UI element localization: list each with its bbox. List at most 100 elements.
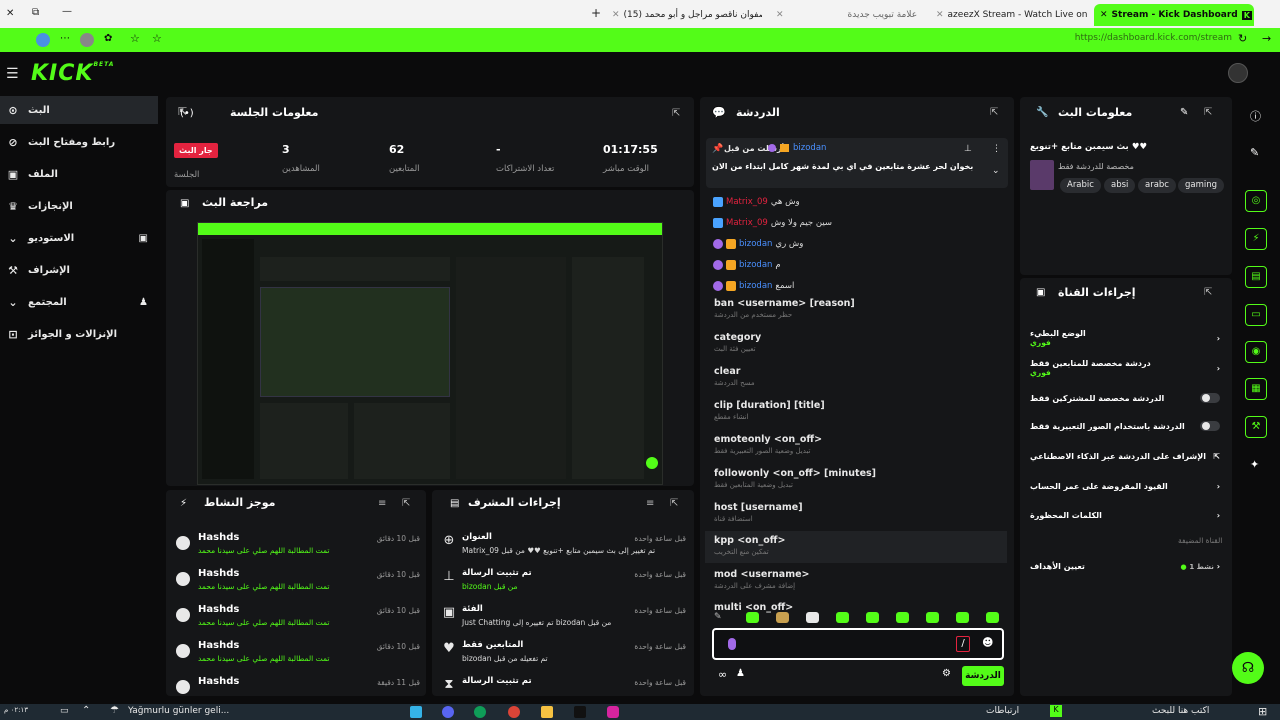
- close-tab-icon[interactable]: ✕: [612, 10, 620, 20]
- sidebar-item-drops[interactable]: ⊡ الإنزالات و الجوائز: [0, 320, 158, 348]
- chat-user[interactable]: Matrix_09: [726, 218, 768, 228]
- browser-tab[interactable]: ✕ علامة تبويب جديدة: [776, 4, 926, 26]
- bolt-icon[interactable]: ⚡: [1245, 228, 1267, 250]
- ai-moderation-row[interactable]: الإشراف على الدردشة عبر الذكاء الاصطناعي…: [1030, 446, 1220, 466]
- popout-session-icon[interactable]: ⇱: [672, 108, 680, 119]
- user-avatar[interactable]: [1228, 63, 1248, 83]
- subscribers-only-row[interactable]: الدردشة مخصصة للمشتركين فقط: [1030, 388, 1220, 408]
- emote-icon[interactable]: [896, 612, 909, 623]
- sidebar-item-profile[interactable]: ▣ الملف: [0, 160, 158, 188]
- tiktok-icon[interactable]: [574, 706, 586, 718]
- instagram-icon[interactable]: [607, 706, 619, 718]
- command-item[interactable]: ban <username> [reason] حظر مستخدم من الد…: [705, 294, 1007, 326]
- chat-input[interactable]: / ☻: [712, 628, 1004, 660]
- browser-tab[interactable]: ✕ azeezX Stream - Watch Live on 🔈: [936, 4, 1090, 26]
- filter-icon[interactable]: ≡: [646, 498, 654, 509]
- sidebar-item-stream-key[interactable]: ⊘ رابط ومفتاح البث: [0, 128, 158, 156]
- more-options-icon[interactable]: ⋮: [992, 144, 1001, 154]
- restore-window-icon[interactable]: ⧉: [32, 7, 39, 18]
- extensions-icon[interactable]: ✿: [104, 33, 112, 44]
- popout-icon[interactable]: ⇱: [670, 498, 678, 509]
- chat-user[interactable]: Matrix_09: [726, 197, 768, 207]
- paint-icon[interactable]: ✎: [714, 612, 722, 622]
- close-tab-icon[interactable]: ✕: [936, 10, 944, 20]
- command-item[interactable]: host [username] استضافة قناة: [705, 498, 1007, 530]
- sidebar-item-community[interactable]: ⌄ المجتمع ♟: [0, 288, 158, 316]
- sidebar-item-studio[interactable]: ⌄ الاستوديو ▣: [0, 224, 158, 252]
- sidebar-item-achievements[interactable]: ♛ الإنجازات: [0, 192, 158, 220]
- wrench-icon[interactable]: ⚒: [1245, 416, 1267, 438]
- popout-icon[interactable]: ⇱: [402, 498, 410, 509]
- infinity-icon[interactable]: ∞: [718, 668, 727, 681]
- broadcast-icon[interactable]: ◉: [1245, 341, 1267, 363]
- weather-text[interactable]: Yağmurlu günler geli...: [128, 706, 229, 716]
- emoji-icon[interactable]: ☻: [982, 636, 993, 649]
- emote-icon[interactable]: [746, 612, 759, 623]
- users-icon[interactable]: ♟: [736, 668, 745, 679]
- taskbar-search[interactable]: اكتب هنا للبحث: [1152, 706, 1209, 716]
- set-goals-row[interactable]: تعيين الأهداف ● 1 نشط ›: [1030, 556, 1220, 576]
- layout-icon[interactable]: ▦: [1245, 378, 1267, 400]
- file-explorer-icon[interactable]: [541, 706, 553, 718]
- filter-icon[interactable]: ≡: [378, 498, 386, 509]
- favorites-icon[interactable]: ☆: [130, 32, 140, 45]
- stream-preview-video[interactable]: [197, 222, 663, 485]
- minimize-window-icon[interactable]: —: [62, 6, 72, 17]
- command-item[interactable]: followonly <on_off> [minutes] تبديل وضعية…: [705, 464, 1007, 496]
- sidebar-item-stream[interactable]: ⊙ البث: [0, 96, 158, 124]
- sidebar-item-moderation[interactable]: ⚒ الإشراف: [0, 256, 158, 284]
- close-window-icon[interactable]: ✕: [6, 8, 14, 19]
- target-icon[interactable]: ◎: [1245, 190, 1267, 212]
- command-item[interactable]: clip [duration] [title] انشاء مقطع: [705, 396, 1007, 428]
- followers-only-row[interactable]: دردشة مخصصة للمتابعين فقط فوري ›: [1030, 358, 1220, 378]
- url-text[interactable]: https://dashboard.kick.com/stream: [1075, 33, 1232, 43]
- emote-icon[interactable]: [836, 612, 849, 623]
- kick-logo[interactable]: KICKBETA: [31, 61, 114, 86]
- close-tab-icon[interactable]: ✕: [1100, 10, 1108, 20]
- bookmark-icon[interactable]: ☆: [152, 32, 162, 45]
- subscribers-only-toggle[interactable]: [1200, 393, 1220, 403]
- settings-gear-icon[interactable]: ⚙: [942, 668, 951, 679]
- user-icon[interactable]: [80, 33, 94, 47]
- browser-tab-active[interactable]: ✕ Stream - Kick Dashboard K: [1094, 4, 1254, 26]
- edge-icon[interactable]: [474, 706, 486, 718]
- popout-chat-icon[interactable]: ⇱: [990, 107, 998, 118]
- emote-only-row[interactable]: الدردشة باستخدام الصور التعبيرية فقط: [1030, 416, 1220, 436]
- account-age-row[interactable]: القيود المفروضة على عمر الحساب ›: [1030, 476, 1220, 496]
- command-item[interactable]: emoteonly <on_off> تبديل وضعية الصور التع…: [705, 430, 1007, 462]
- store-icon[interactable]: [410, 706, 422, 718]
- banned-words-row[interactable]: الكلمات المحظورة ›: [1030, 505, 1220, 525]
- emote-icon[interactable]: [866, 612, 879, 623]
- keyboard-icon[interactable]: ▭: [60, 706, 69, 716]
- command-item[interactable]: category تعيين فئة البث: [705, 328, 1007, 360]
- refresh-icon[interactable]: ↻: [1238, 32, 1247, 45]
- chat-user[interactable]: bizodan: [739, 260, 772, 270]
- profile-avatar-icon[interactable]: [36, 33, 50, 47]
- emote-icon[interactable]: [776, 612, 789, 623]
- windows-start-icon[interactable]: ⊞: [1258, 705, 1267, 718]
- emote-icon[interactable]: [956, 612, 969, 623]
- command-item[interactable]: mod <username> إضافة مشرف على الدردشة: [705, 565, 1007, 597]
- chrome-icon[interactable]: [508, 706, 520, 718]
- info-icon[interactable]: ⓘ: [1250, 108, 1261, 124]
- document-icon[interactable]: ▤: [1245, 266, 1267, 288]
- chat-user[interactable]: bizodan: [739, 281, 772, 291]
- emote-icon[interactable]: [806, 612, 819, 623]
- chevron-up-icon[interactable]: ⌃: [82, 705, 90, 716]
- menu-dots-icon[interactable]: ⋯: [60, 33, 70, 44]
- popout-icon[interactable]: ⇱: [1204, 287, 1212, 298]
- kick-app-icon[interactable]: K: [1050, 705, 1062, 717]
- pen-icon[interactable]: ✎: [1250, 146, 1259, 159]
- popout-icon[interactable]: ⇱: [1204, 107, 1212, 118]
- slow-mode-row[interactable]: الوضع البطيء فوري ›: [1030, 328, 1220, 348]
- chevron-down-icon[interactable]: ⌄: [992, 166, 1000, 176]
- hamburger-menu-icon[interactable]: ☰: [6, 66, 19, 82]
- chat-icon[interactable]: ▭: [1245, 304, 1267, 326]
- back-icon[interactable]: →: [1262, 32, 1271, 45]
- browser-tab[interactable]: ✕ (15) صفوان ناقصو مراجل و أبو محمد: [612, 4, 762, 26]
- add-widget-icon[interactable]: ✦: [1250, 458, 1259, 471]
- command-item[interactable]: clear مسح الدردشة: [705, 362, 1007, 394]
- tray-links-text[interactable]: ارتباطات: [986, 706, 1019, 716]
- command-item[interactable]: kpp <on_off> تمكين منع التخريب: [705, 531, 1007, 563]
- send-chat-button[interactable]: الدردشة: [962, 666, 1004, 686]
